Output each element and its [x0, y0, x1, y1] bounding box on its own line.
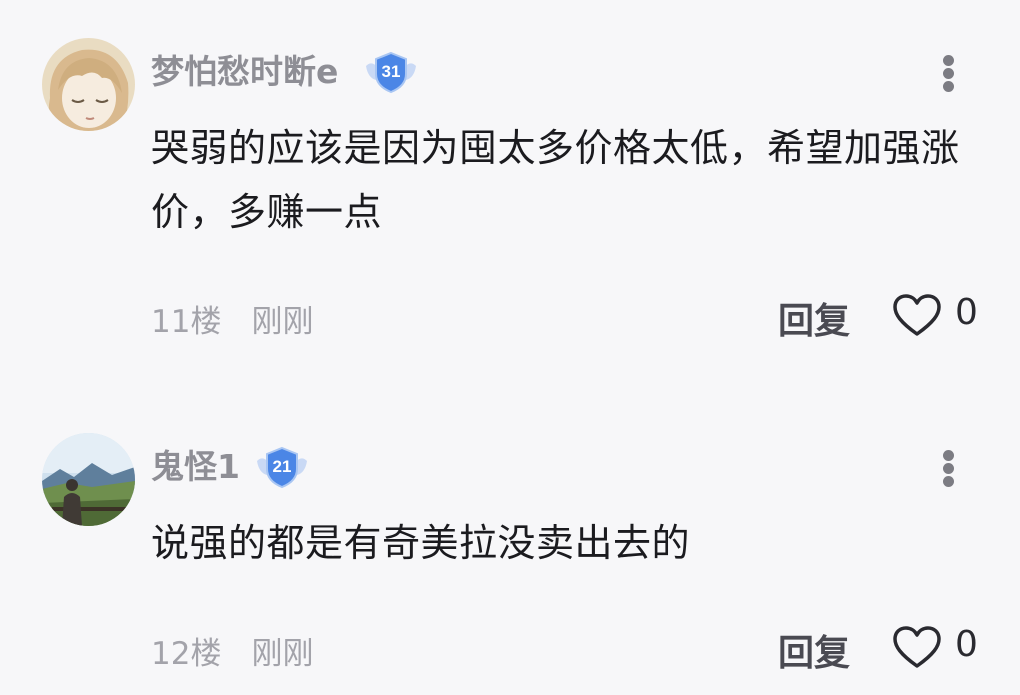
comment-list: 梦怕愁时断e 31 哭弱的应该是因为囤太多价格太低，希望加强涨价，多赚一点 11…: [0, 0, 1020, 695]
like-count: 0: [955, 292, 978, 333]
avatar-anime-character-image: [42, 38, 135, 131]
level-number: 21: [272, 457, 292, 476]
floor-number: 11楼: [151, 304, 222, 340]
more-vertical-icon[interactable]: [938, 448, 960, 488]
reply-button[interactable]: 回复: [778, 292, 850, 344]
avatar[interactable]: [42, 38, 135, 131]
more-vertical-icon[interactable]: [938, 53, 960, 93]
post-time: 刚刚: [251, 636, 314, 672]
comment-text: 哭弱的应该是因为囤太多价格太低，希望加强涨价，多赚一点: [151, 126, 960, 234]
heart-outline-icon[interactable]: [892, 626, 942, 670]
comment-meta: 12楼 刚刚: [151, 628, 313, 673]
floor-number: 12楼: [151, 636, 222, 672]
post-time: 刚刚: [251, 304, 314, 340]
comment-meta: 11楼 刚刚: [151, 296, 313, 341]
reply-button[interactable]: 回复: [778, 624, 850, 676]
username[interactable]: 梦怕愁时断e: [151, 52, 338, 92]
avatar[interactable]: [42, 433, 135, 526]
comment-text: 说强的都是有奇美拉没卖出去的: [151, 521, 691, 565]
level-number: 31: [381, 62, 401, 81]
heart-outline-icon[interactable]: [892, 294, 942, 338]
level-badge: 31: [362, 50, 420, 94]
avatar-landscape-person-image: [42, 433, 135, 526]
level-badge: 21: [253, 445, 311, 489]
like-count: 0: [955, 624, 978, 665]
username[interactable]: 鬼怪1: [151, 447, 240, 487]
